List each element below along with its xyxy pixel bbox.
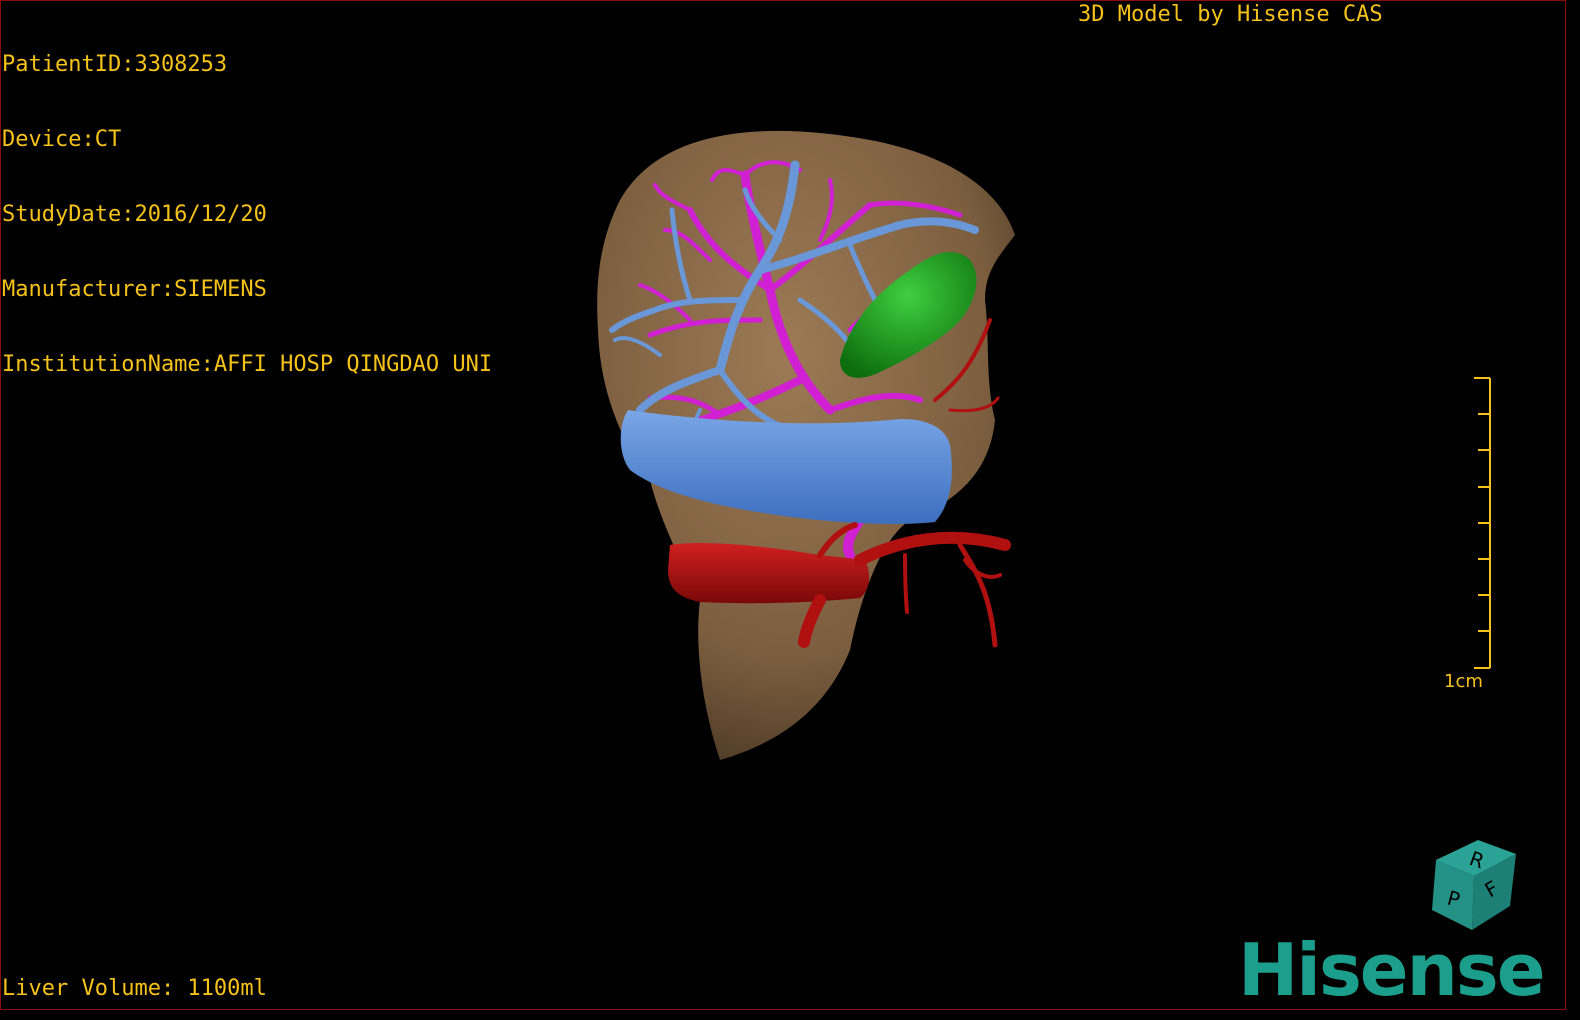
liver-3d-model[interactable]	[0, 0, 1580, 1020]
liver-volume: Liver Volume: 1100ml	[2, 976, 267, 1001]
scale-label: 1cm	[1444, 671, 1483, 692]
scale-bar	[1474, 377, 1491, 669]
orientation-cube[interactable]: R F P	[1418, 832, 1528, 942]
hisense-logo: Hisense	[1238, 928, 1546, 1012]
